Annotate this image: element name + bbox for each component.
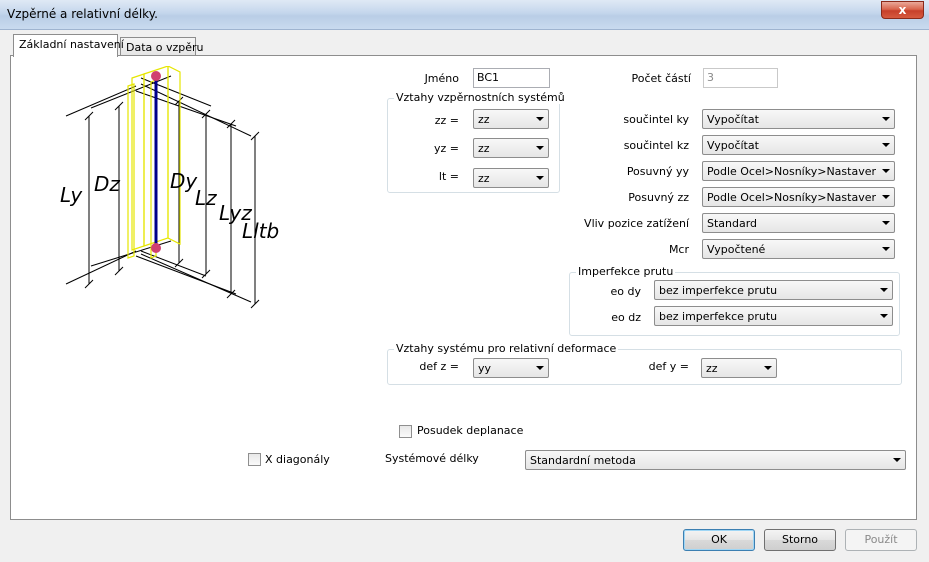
- mcr-select[interactable]: Vypočtené: [702, 239, 895, 259]
- label-dz: Dz: [94, 172, 120, 196]
- defz-label: def z =: [419, 360, 459, 373]
- chevron-down-icon: [882, 247, 890, 251]
- chevron-down-icon: [536, 146, 544, 150]
- sway-zz-select[interactable]: Podle Ocel>Nosníky>Nastavení: [702, 187, 895, 207]
- eo-dz-label: eo dz: [611, 311, 641, 324]
- parts-field: 3: [703, 68, 778, 88]
- defy-label: def y =: [648, 360, 689, 373]
- label-lz: Lz: [195, 186, 217, 210]
- label-lltb: Lltb: [242, 219, 279, 243]
- chevron-down-icon: [882, 169, 890, 173]
- ok-button[interactable]: OK: [683, 529, 755, 551]
- name-field[interactable]: BC1: [473, 68, 550, 88]
- buckling-diagram: Ly Dz Dy Lz Lyz Lltb: [60, 66, 279, 309]
- lt-select[interactable]: zz: [473, 168, 549, 188]
- name-label: Jméno: [424, 72, 459, 85]
- chevron-down-icon: [893, 458, 901, 462]
- buckling-systems-title: Vztahy vzpěrnostních systémů: [394, 91, 567, 104]
- tab-basic-settings[interactable]: Základní nastavení: [13, 34, 124, 57]
- chevron-down-icon: [536, 176, 544, 180]
- system-lengths-select[interactable]: Standardní metoda: [525, 450, 906, 470]
- system-lengths-label: Systémové délky: [385, 452, 479, 465]
- sway-yy-label: Posuvný yy: [626, 165, 689, 178]
- chevron-down-icon: [536, 366, 544, 370]
- window-title: Vzpěrné a relativní délky.: [7, 7, 158, 21]
- title-bar: Vzpěrné a relativní délky. x: [0, 0, 929, 30]
- chevron-down-icon: [880, 288, 888, 292]
- mcr-label: Mcr: [668, 243, 689, 256]
- yz-label: yz =: [434, 142, 459, 155]
- tab-buckling-data[interactable]: Data o vzpěru: [120, 37, 204, 57]
- yz-select[interactable]: zz: [473, 138, 549, 158]
- apply-button[interactable]: Použít: [845, 529, 917, 551]
- zz-select[interactable]: zz: [473, 109, 549, 129]
- imperfection-title: Imperfekce prutu: [576, 265, 676, 278]
- parts-label: Počet částí: [631, 72, 692, 85]
- eo-dy-label: eo dy: [610, 285, 642, 298]
- eo-dy-select[interactable]: bez imperfekce prutu: [654, 280, 893, 300]
- chevron-down-icon: [880, 314, 888, 318]
- chevron-down-icon: [536, 117, 544, 121]
- kz-select[interactable]: Vypočítat: [702, 135, 895, 155]
- chevron-down-icon: [764, 366, 772, 370]
- close-icon: x: [898, 3, 907, 17]
- ky-select[interactable]: Vypočítat: [702, 109, 895, 129]
- chevron-down-icon: [882, 195, 890, 199]
- ky-label: součintel ky: [623, 113, 689, 126]
- defz-select[interactable]: yy: [473, 358, 549, 378]
- lt-label: lt =: [438, 170, 459, 183]
- defy-select[interactable]: zz: [701, 358, 777, 378]
- eo-dz-select[interactable]: bez imperfekce prutu: [654, 306, 893, 326]
- tab-panel: Ly Dz Dy Lz Lyz Lltb Jméno BC1 Počet čás…: [10, 55, 917, 520]
- zz-label: zz =: [434, 114, 459, 127]
- cancel-button[interactable]: Storno: [764, 529, 836, 551]
- kz-label: součintel kz: [623, 139, 689, 152]
- deformation-title: Vztahy systému pro relativní deformace: [394, 342, 619, 355]
- chevron-down-icon: [882, 143, 890, 147]
- warping-label: Posudek deplanace: [417, 424, 524, 437]
- sway-yy-select[interactable]: Podle Ocel>Nosníky>Nastavení: [702, 161, 895, 181]
- x-diagonals-label: X diagonály: [265, 453, 330, 466]
- label-ly: Ly: [60, 183, 83, 207]
- chevron-down-icon: [882, 221, 890, 225]
- warping-checkbox[interactable]: [399, 425, 412, 438]
- x-diagonals-checkbox[interactable]: [248, 453, 261, 466]
- chevron-down-icon: [882, 117, 890, 121]
- close-button[interactable]: x: [881, 1, 924, 19]
- sway-zz-label: Posuvný zz: [628, 191, 689, 204]
- load-position-select[interactable]: Standard: [702, 213, 895, 233]
- load-position-label: Vliv pozice zatížení: [584, 217, 689, 230]
